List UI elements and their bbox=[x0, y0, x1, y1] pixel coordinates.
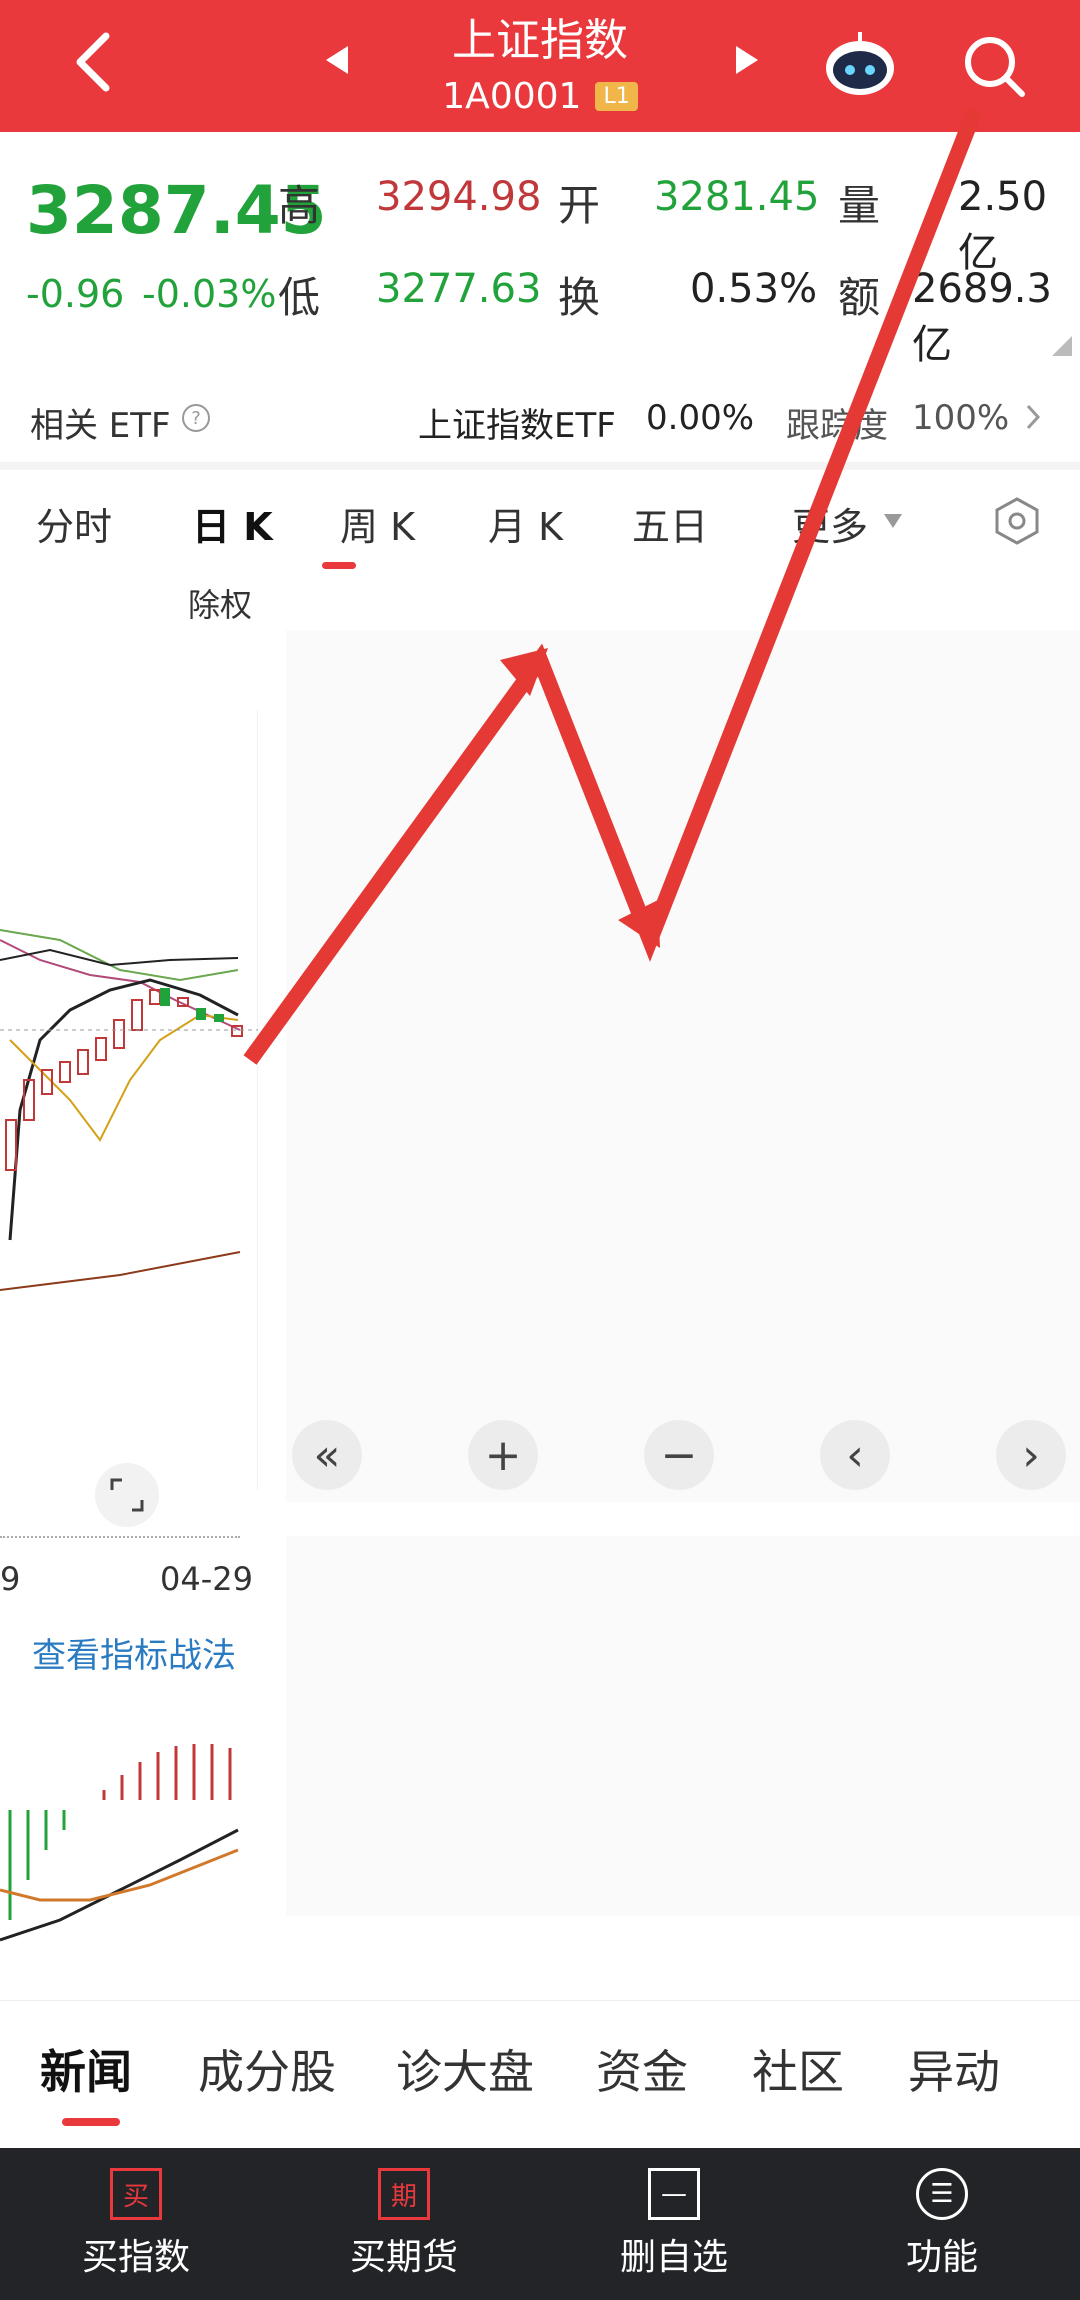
functions-label: 功能 bbox=[905, 2237, 978, 2278]
remove-icon: — bbox=[648, 2168, 700, 2220]
tab-constituents[interactable]: 成分股 bbox=[198, 2036, 336, 2102]
functions-button[interactable]: ☰ 功能 bbox=[852, 2168, 1032, 2280]
active-news-tab-indicator bbox=[62, 2118, 120, 2126]
tab-capital[interactable]: 资金 bbox=[596, 2036, 688, 2102]
buy-futures-label: 买期货 bbox=[349, 2237, 458, 2278]
buy-index-button[interactable]: 买 买指数 bbox=[46, 2168, 226, 2280]
tab-anomaly[interactable]: 异动 bbox=[908, 2036, 1000, 2102]
menu-icon: ☰ bbox=[916, 2168, 968, 2220]
tab-diagnose-market[interactable]: 诊大盘 bbox=[396, 2036, 534, 2102]
remove-watchlist-button[interactable]: — 删自选 bbox=[584, 2168, 764, 2280]
buy-icon: 买 bbox=[110, 2168, 162, 2220]
annotation-arrow bbox=[243, 107, 983, 1065]
buy-futures-button[interactable]: 期 买期货 bbox=[314, 2168, 494, 2280]
futures-icon: 期 bbox=[378, 2168, 430, 2220]
buy-index-label: 买指数 bbox=[81, 2237, 190, 2278]
tab-news[interactable]: 新闻 bbox=[40, 2036, 132, 2102]
tab-community[interactable]: 社区 bbox=[752, 2036, 844, 2102]
divider bbox=[0, 2000, 1080, 2001]
remove-watchlist-label: 删自选 bbox=[619, 2237, 728, 2278]
